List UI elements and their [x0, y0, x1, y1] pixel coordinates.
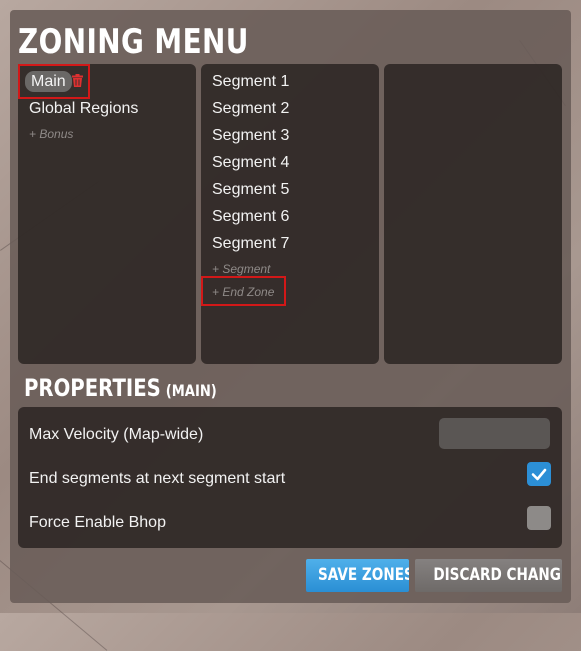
add-end-zone-button[interactable]: + End Zone [212, 285, 274, 299]
save-zones-label: Save Zones [317, 565, 409, 585]
end-segments-label: End segments at next segment start [29, 470, 286, 487]
segment-item[interactable]: Segment 2 [212, 100, 289, 118]
segment-item[interactable]: Segment 6 [212, 208, 289, 226]
track-item-main[interactable]: Main [25, 71, 72, 92]
segments-column: Segment 1 Segment 2 Segment 3 Segment 4 … [201, 64, 379, 364]
discard-changes-button[interactable]: Discard Changes [415, 559, 562, 592]
track-item-global-regions[interactable]: Global Regions [29, 100, 138, 118]
segment-item[interactable]: Segment 7 [212, 235, 289, 253]
max-velocity-input[interactable] [439, 418, 550, 449]
window-title: Zoning Menu [18, 22, 249, 62]
selected-track-highlight: Main [18, 64, 90, 99]
force-bhop-checkbox[interactable] [527, 506, 551, 530]
add-bonus-button[interactable]: + Bonus [29, 127, 73, 141]
zoning-menu-panel: Zoning Menu Main Global Regions + Bonus … [10, 10, 571, 603]
segment-item[interactable]: Segment 5 [212, 181, 289, 199]
end-segments-checkbox[interactable] [527, 462, 551, 486]
trash-icon[interactable] [72, 74, 83, 87]
checkmark-icon [531, 468, 547, 481]
segment-item[interactable]: Segment 4 [212, 154, 289, 172]
add-segment-button[interactable]: + Segment [212, 262, 270, 276]
save-zones-button[interactable]: Save Zones [306, 559, 409, 592]
segment-item[interactable]: Segment 1 [212, 73, 289, 91]
zones-column [384, 64, 562, 364]
properties-context: (Main) [165, 381, 217, 400]
tracks-column: Main Global Regions + Bonus [18, 64, 196, 364]
properties-header: Properties (Main) [24, 374, 217, 402]
max-velocity-label: Max Velocity (Map-wide) [29, 426, 204, 443]
discard-changes-label: Discard Changes [433, 565, 562, 585]
force-bhop-label: Force Enable Bhop [29, 514, 166, 531]
properties-panel: Max Velocity (Map-wide) End segments at … [18, 407, 562, 548]
segment-item[interactable]: Segment 3 [212, 127, 289, 145]
properties-title: Properties [24, 374, 161, 402]
